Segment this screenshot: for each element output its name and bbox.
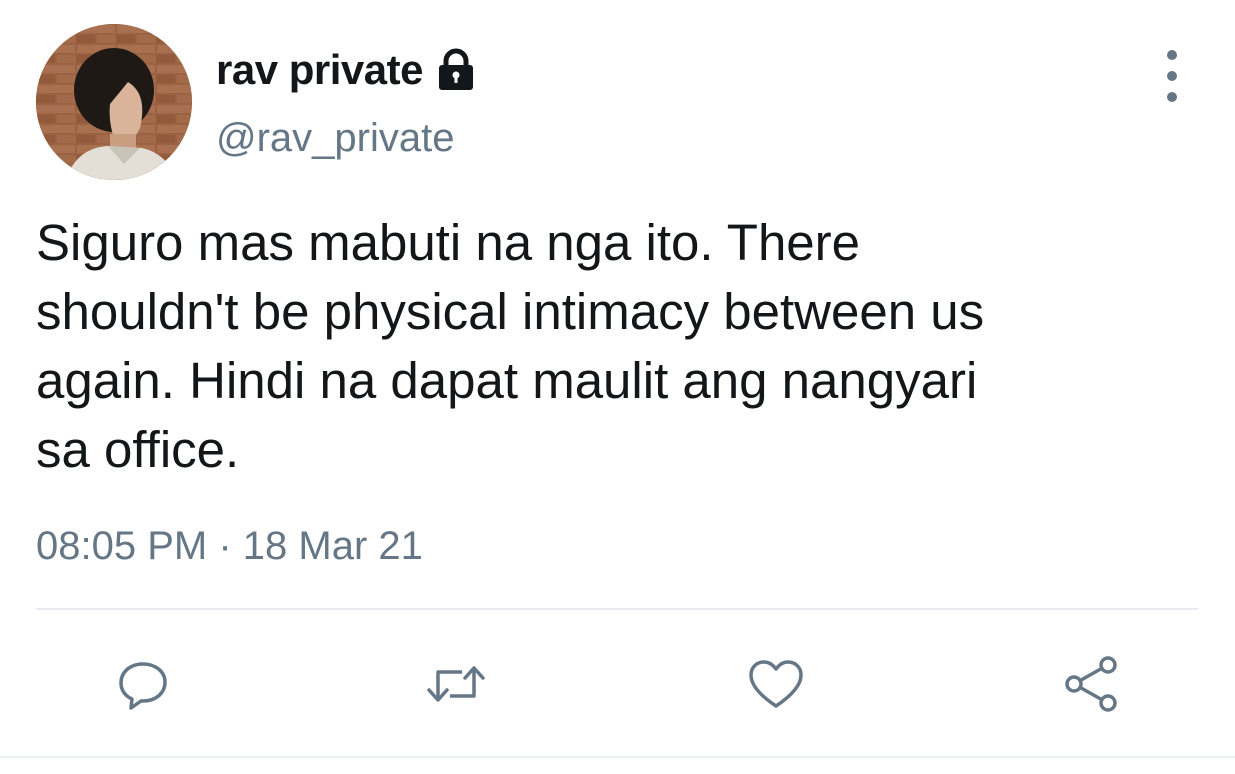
tweet-actions — [0, 652, 1235, 716]
speech-bubble-icon — [119, 662, 167, 710]
reply-button[interactable] — [111, 652, 175, 716]
retweet-arrows-icon — [427, 666, 485, 702]
tweet-timestamp[interactable]: 08:05 PM · 18 Mar 21 — [36, 524, 423, 569]
more-dot — [1167, 92, 1177, 102]
bottom-divider — [0, 756, 1235, 758]
tweet-time: 08:05 PM — [36, 524, 208, 568]
display-name-row[interactable]: rav private — [216, 44, 479, 96]
divider — [36, 608, 1198, 610]
avatar[interactable] — [36, 24, 192, 180]
share-nodes-icon — [1065, 656, 1117, 712]
tweet-date: 18 Mar 21 — [242, 524, 423, 568]
heart-icon — [749, 660, 803, 708]
lock-icon — [433, 47, 479, 93]
meta-separator: · — [207, 524, 243, 568]
tweet-card: rav private @rav_private Siguro mas mabu… — [0, 0, 1235, 774]
like-button[interactable] — [744, 652, 808, 716]
more-options-icon[interactable] — [1150, 50, 1194, 102]
display-name[interactable]: rav private — [216, 46, 423, 94]
more-dot — [1167, 71, 1177, 81]
username-handle[interactable]: @rav_private — [216, 116, 454, 161]
tweet-text: Siguro mas mabuti na nga ito. There shou… — [36, 214, 985, 478]
retweet-button[interactable] — [424, 652, 488, 716]
share-button[interactable] — [1060, 652, 1124, 716]
more-dot — [1167, 50, 1177, 60]
